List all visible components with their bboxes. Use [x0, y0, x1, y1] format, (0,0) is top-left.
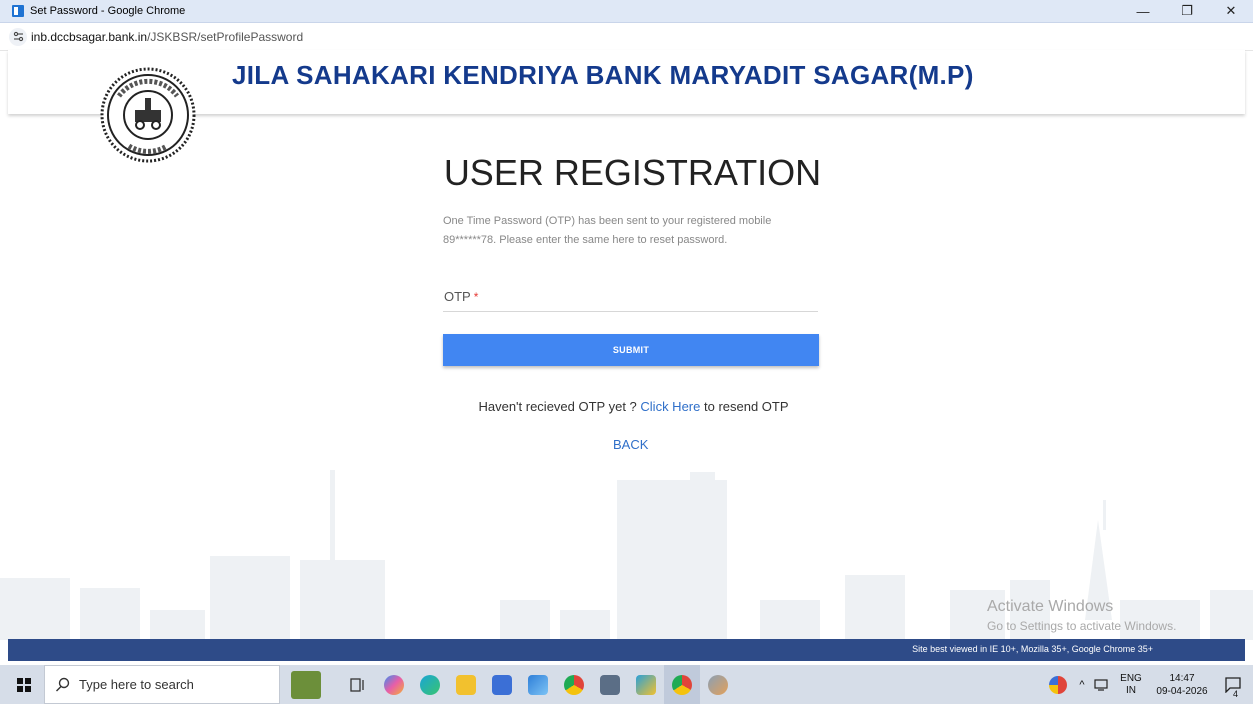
taskbar-avatar-icon[interactable]	[280, 665, 332, 704]
browser-compat-note: Site best viewed in IE 10+, Mozilla 35+,…	[912, 644, 1153, 654]
activate-windows-watermark: Activate Windows Go to Settings to activ…	[987, 598, 1176, 633]
chevron-up-icon[interactable]: ^	[1073, 679, 1091, 691]
app-window-icon	[12, 5, 24, 17]
tray-app-icon[interactable]	[1043, 675, 1073, 694]
window-title-bar: Set Password - Google Chrome — ❐ ✕	[0, 0, 1253, 23]
system-tray: ^ ENG IN 14:47 09-04-2026 4	[1043, 665, 1253, 704]
activate-windows-title: Activate Windows	[987, 598, 1114, 615]
taskbar-clock[interactable]: 14:47 09-04-2026	[1151, 672, 1213, 698]
resend-otp-link[interactable]: Click Here	[640, 399, 700, 414]
language-code: ENG	[1120, 672, 1142, 684]
taskbar-search-placeholder: Type here to search	[79, 677, 194, 692]
activate-windows-subtitle: Go to Settings to activate Windows.	[987, 619, 1177, 633]
bank-name-heading: JILA SAHAKARI KENDRIYA BANK MARYADIT SAG…	[232, 60, 974, 90]
language-indicator[interactable]: ENG IN	[1111, 673, 1151, 697]
network-icon[interactable]	[1091, 678, 1111, 691]
otp-input[interactable]	[443, 284, 818, 312]
bank-seal-logo	[100, 67, 196, 163]
url-path: /JSKBSR/setProfilePassword	[147, 29, 304, 44]
task-view-icon[interactable]	[340, 665, 376, 704]
taskbar-search-box[interactable]: Type here to search	[44, 665, 280, 704]
minimize-icon[interactable]: —	[1121, 0, 1165, 22]
close-icon[interactable]: ✕	[1209, 0, 1253, 22]
chrome-icon[interactable]	[556, 665, 592, 704]
clock-date: 09-04-2026	[1156, 685, 1208, 697]
address-bar[interactable]: inb.dccbsagar.bank.in/JSKBSR/setProfileP…	[0, 23, 1253, 51]
site-footer: Site best viewed in IE 10+, Mozilla 35+,…	[8, 639, 1245, 661]
photos-icon[interactable]	[520, 665, 556, 704]
windows-taskbar: Type here to search ^ ENG IN 14:47 09-04-2…	[0, 665, 1253, 704]
chrome-active-icon[interactable]	[664, 665, 700, 704]
resend-prefix: Haven't recieved OTP yet ?	[478, 399, 641, 414]
notification-count-badge: 4	[1233, 688, 1239, 699]
back-link[interactable]: BACK	[613, 437, 648, 452]
resend-otp-text: Haven't recieved OTP yet ? Click Here to…	[0, 399, 1253, 414]
url-host: inb.dccbsagar.bank.in	[31, 29, 148, 44]
notification-icon[interactable]: 4	[1213, 676, 1253, 699]
submit-button[interactable]: SUBMIT	[443, 334, 819, 366]
url-text[interactable]: inb.dccbsagar.bank.in/JSKBSR/setProfileP…	[31, 30, 303, 44]
store-icon[interactable]	[484, 665, 520, 704]
window-controls: — ❐ ✕	[1121, 0, 1253, 22]
otp-sent-message: One Time Password (OTP) has been sent to…	[443, 215, 772, 246]
region-code: IN	[1125, 684, 1136, 696]
site-info-icon[interactable]	[9, 27, 27, 46]
paint-icon[interactable]	[700, 665, 736, 704]
windows-start-icon[interactable]	[8, 665, 40, 704]
maximize-icon[interactable]: ❐	[1165, 0, 1209, 22]
app-icon[interactable]	[592, 665, 628, 704]
resend-suffix: to resend OTP	[700, 399, 789, 414]
clock-time: 14:47	[1169, 672, 1195, 684]
file-explorer-icon[interactable]	[448, 665, 484, 704]
edge-icon[interactable]	[412, 665, 448, 704]
search-icon	[56, 677, 70, 691]
copilot-icon[interactable]	[376, 665, 412, 704]
window-title: Set Password - Google Chrome	[30, 5, 186, 17]
lock-app-icon[interactable]	[628, 665, 664, 704]
